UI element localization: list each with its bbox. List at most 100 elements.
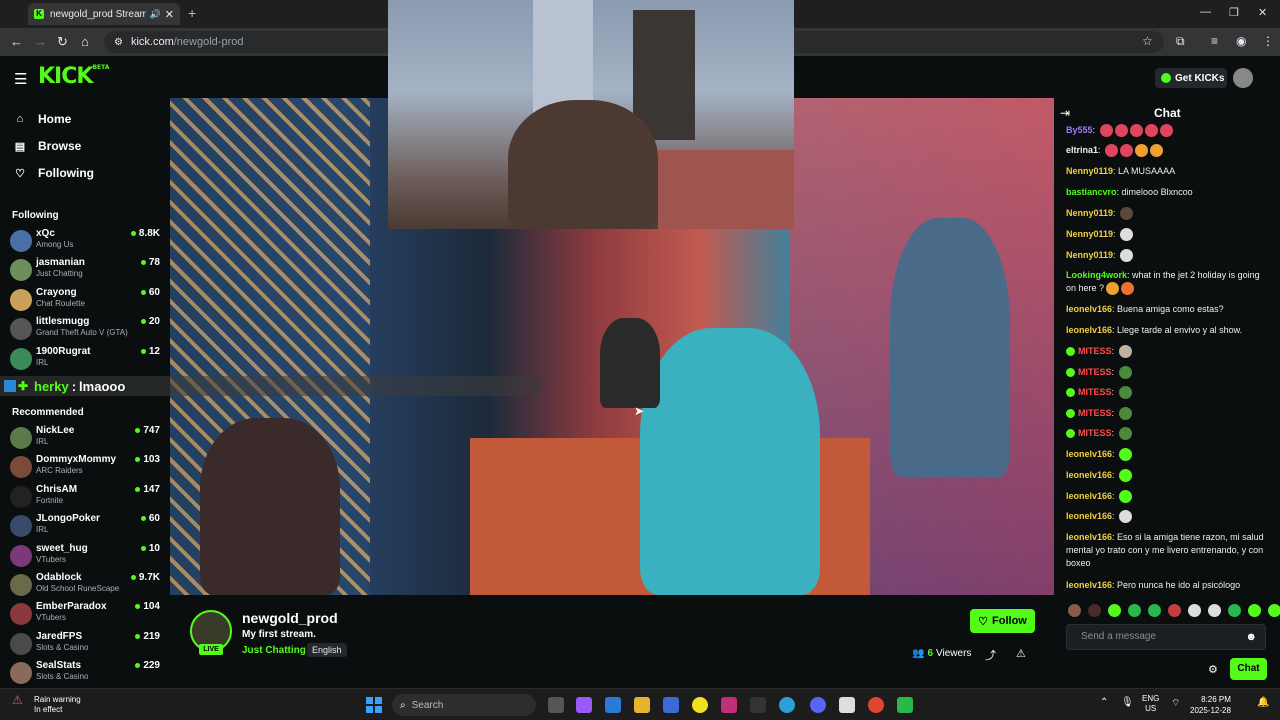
chat-username[interactable]: eltrina1 [1066,145,1098,155]
edge-icon[interactable] [779,697,795,713]
chrome-icon[interactable] [868,697,884,713]
emoji-icon[interactable]: ☻ [1245,625,1257,649]
kick-logo[interactable]: KICKBETA [38,64,109,89]
chat-username[interactable]: Nenny0119 [1066,208,1113,218]
sidebar-channel-crayong[interactable]: Crayong Chat Roulette 60 [10,287,160,316]
share-icon[interactable]: ⤴ [985,647,996,663]
chat-username[interactable]: bastiancvro [1066,187,1117,197]
system-clock[interactable]: 8:26 PM 2025-12-28 [1190,694,1231,716]
snapchat-icon[interactable] [692,697,708,713]
chat-username[interactable]: Nenny0119 [1066,250,1113,260]
site-info-icon[interactable]: ⚙ [114,37,123,48]
notification-bell-icon[interactable]: 🔔 [1257,697,1269,708]
speaker-icon[interactable]: 🔊 [150,9,161,20]
extensions-icon[interactable]: ⧉ [1176,34,1185,49]
sidebar-channel-jlongopoker[interactable]: JLongoPoker IRL 60 [10,513,160,542]
streamer-name[interactable]: newgold_prod [242,610,338,626]
media-controls-icon[interactable]: ≡ [1211,34,1218,48]
forward-icon[interactable]: → [34,34,47,49]
chat-username[interactable]: Nenny0119 [1066,229,1113,239]
new-tab-icon[interactable]: + [188,5,196,21]
sidebar-item-browse[interactable]: ▤ Browse [12,139,82,153]
stream-category-link[interactable]: Just Chatting [242,645,306,656]
browser-tab[interactable]: K newgold_prod Stream - W 🔊 ✕ [28,3,180,25]
sidebar-channel-jasmanian[interactable]: jasmanian Just Chatting 78 [10,257,160,286]
app-icon[interactable] [721,697,737,713]
menu-kebab-icon[interactable]: ⋮ [1262,34,1274,48]
profile-icon[interactable]: ◉ [1236,34,1246,48]
chat-username[interactable]: leonelv166 [1066,470,1112,480]
file-explorer-icon[interactable] [634,697,650,713]
chat-username[interactable]: MITESS [1078,387,1112,397]
game-icon[interactable] [750,697,766,713]
back-icon[interactable]: ← [10,34,23,49]
emote-icon[interactable] [1068,604,1081,617]
sidebar-item-following[interactable]: ♡ Following [12,166,94,180]
home-browser-icon[interactable]: ⌂ [81,34,89,49]
minimize-icon[interactable]: — [1200,6,1211,18]
chat-username[interactable]: leonelv166 [1066,304,1112,314]
chat-username[interactable]: leonelv166 [1066,580,1112,590]
close-window-icon[interactable]: ✕ [1258,6,1267,19]
sidebar-channel-dommyxmommy[interactable]: DommyxMommy ARC Raiders 103 [10,454,160,483]
collapse-chat-icon[interactable]: ⇥ [1060,106,1070,120]
emote-icon[interactable] [1228,604,1241,617]
sidebar-channel-1900rugrat[interactable]: 1900Rugrat IRL 12 [10,346,160,375]
user-avatar[interactable] [1233,68,1253,88]
sidebar-channel-jaredfps[interactable]: JaredFPS Slots & Casino 219 [10,631,160,660]
store-icon[interactable] [605,697,621,713]
emote-icon[interactable] [1268,604,1280,617]
chat-username[interactable]: MITESS [1078,346,1112,356]
sidebar-channel-sealstats[interactable]: SealStats Slots & Casino 229 [10,660,160,689]
chat-username[interactable]: MITESS [1078,428,1112,438]
chat-input[interactable]: Send a message ☻ [1066,624,1266,650]
follow-button[interactable]: ♡ Follow [970,609,1035,633]
outlook-icon[interactable] [663,697,679,713]
sidebar-channel-xqc[interactable]: xQc Among Us 8.8K [10,228,160,257]
chat-username[interactable]: leonelv166 [1066,491,1112,501]
chat-username[interactable]: MITESS [1078,408,1112,418]
chat-username[interactable]: leonelv166 [1066,532,1112,542]
wifi-icon[interactable]: ⌔ [1171,697,1180,710]
emote-icon[interactable] [1248,604,1261,617]
microphone-icon[interactable]: 🎙 [1121,697,1134,708]
report-icon[interactable]: ⚠ [1016,647,1026,660]
send-chat-button[interactable]: Chat [1230,658,1267,680]
emote-icon[interactable] [1208,604,1221,617]
sidebar-channel-littlesmugg[interactable]: littlesmugg Grand Theft Auto V (GTA) 20 [10,316,160,345]
bookmark-star-icon[interactable]: ☆ [1142,34,1153,48]
sidebar-item-home[interactable]: ⌂ Home [12,112,72,126]
emote-icon[interactable] [1148,604,1161,617]
chat-username[interactable]: leonelv166 [1066,449,1112,459]
taskbar-search[interactable]: ⌕ Search [392,694,536,716]
maximize-icon[interactable]: ❐ [1229,6,1239,19]
reload-icon[interactable]: ↻ [57,34,68,50]
tray-chevron-icon[interactable]: ⌃ [1100,697,1108,708]
emote-icon[interactable] [1188,604,1201,617]
language-tag[interactable]: English [307,643,347,657]
language-indicator[interactable]: ENG US [1142,694,1159,714]
get-kicks-button[interactable]: Get KICKs [1155,68,1227,88]
chat-username[interactable]: leonelv166 [1066,511,1112,521]
emote-icon[interactable] [1168,604,1181,617]
emote-icon[interactable] [1108,604,1121,617]
discord-icon[interactable] [810,697,826,713]
emote-icon[interactable] [1128,604,1141,617]
chat-settings-icon[interactable]: ⚙ [1208,663,1218,676]
copilot-icon[interactable] [576,697,592,713]
sidebar-channel-chrisam[interactable]: ChrisAM Fortnite 147 [10,484,160,513]
tab-close-icon[interactable]: ✕ [165,8,174,21]
sidebar-channel-emberparadox[interactable]: EmberParadox VTubers 104 [10,601,160,630]
sidebar-channel-sweet_hug[interactable]: sweet_hug VTubers 10 [10,543,160,572]
task-view-icon[interactable] [548,697,564,713]
notepad-icon[interactable] [839,697,855,713]
chat-username[interactable]: leonelv166 [1066,325,1112,335]
emote-icon[interactable] [1088,604,1101,617]
chat-username[interactable]: Looking4work [1066,270,1127,280]
hamburger-menu-icon[interactable]: ☰ [14,70,27,88]
sidebar-channel-odablock[interactable]: Odablock Old School RuneScape 9.7K [10,572,160,601]
chat-username[interactable]: By555 [1066,125,1093,135]
chat-username[interactable]: MITESS [1078,367,1112,377]
sidebar-channel-nicklee[interactable]: NickLee IRL 747 [10,425,160,454]
windows-start-icon[interactable] [366,697,382,713]
